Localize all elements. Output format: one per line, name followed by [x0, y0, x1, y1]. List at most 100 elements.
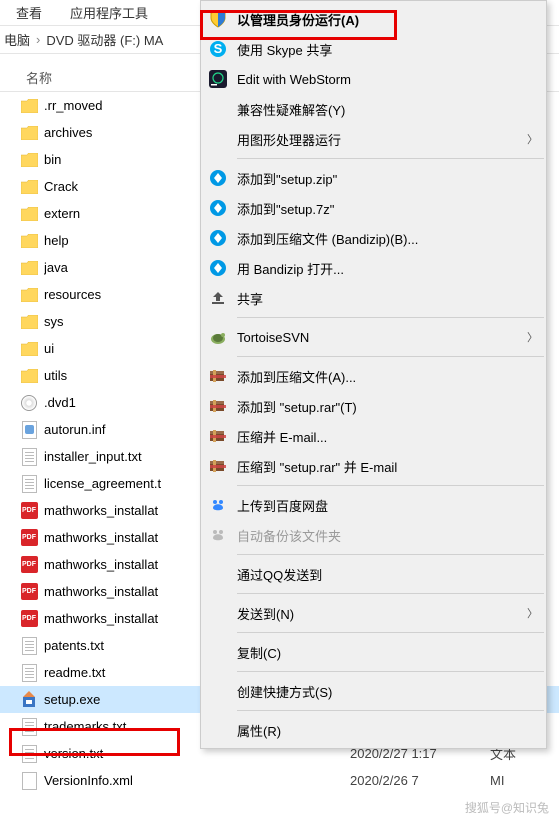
pdf-icon: PDF [20, 502, 38, 520]
pdf-icon: PDF [20, 529, 38, 547]
folder-icon [20, 340, 38, 358]
menu-label: 使用 Skype 共享 [237, 40, 538, 59]
menu-item[interactable]: TortoiseSVN〉 [201, 322, 546, 352]
menu-label: 添加到"setup.7z" [237, 199, 538, 218]
menu-label: 用 Bandizip 打开... [237, 259, 538, 278]
chevron-right-icon: 〉 [527, 131, 538, 147]
winrar-icon [207, 395, 229, 417]
folder-icon [20, 259, 38, 277]
chevron-right-icon: › [36, 32, 40, 47]
folder-icon [20, 205, 38, 223]
menu-item[interactable]: S 使用 Skype 共享 [201, 34, 546, 64]
menu-separator [237, 671, 544, 672]
menu-item[interactable]: 添加到"setup.zip" [201, 163, 546, 193]
menu-item[interactable]: 添加到 "setup.rar"(T) [201, 391, 546, 421]
baidu-icon [207, 494, 229, 516]
none-icon [207, 719, 229, 741]
menu-separator [237, 356, 544, 357]
crumb-pc[interactable]: 电脑 [4, 30, 30, 49]
shield-icon [207, 8, 229, 30]
menu-label: 添加到压缩文件 (Bandizip)(B)... [237, 229, 538, 248]
bandi-icon [207, 257, 229, 279]
skype-icon: S [207, 38, 229, 60]
folder-icon [20, 151, 38, 169]
menu-label: 自动备份该文件夹 [237, 526, 538, 545]
bandi-icon [207, 167, 229, 189]
menu-item[interactable]: 添加到"setup.7z" [201, 193, 546, 223]
file-date: 2020/2/26 7 [350, 773, 490, 788]
menu-label: 创建快捷方式(S) [237, 682, 538, 701]
menu-label: 上传到百度网盘 [237, 496, 538, 515]
inf-icon [20, 421, 38, 439]
context-menu: 以管理员身份运行(A) S 使用 Skype 共享 Edit with WebStor… [200, 0, 547, 749]
menu-item[interactable]: 复制(C) [201, 637, 546, 667]
txt-icon [20, 637, 38, 655]
menu-separator [237, 632, 544, 633]
menu-label: 添加到"setup.zip" [237, 169, 538, 188]
menu-item[interactable]: 添加到压缩文件 (Bandizip)(B)... [201, 223, 546, 253]
menu-label: 共享 [237, 289, 538, 308]
menu-label: 属性(R) [237, 721, 538, 740]
menu-item[interactable]: 上传到百度网盘 [201, 490, 546, 520]
winrar-icon [207, 455, 229, 477]
chevron-right-icon: 〉 [527, 605, 538, 621]
menu-label: 用图形处理器运行 [237, 130, 527, 149]
menu-label: TortoiseSVN [237, 330, 527, 345]
bandi-icon [207, 227, 229, 249]
menu-item[interactable]: 通过QQ发送到 [201, 559, 546, 589]
tortoise-icon [207, 326, 229, 348]
txt-icon [20, 664, 38, 682]
txt-icon [20, 745, 38, 763]
toolbar-apptools[interactable]: 应用程序工具 [70, 3, 148, 22]
setup-icon [20, 691, 38, 709]
share-icon [207, 287, 229, 309]
menu-item[interactable]: 压缩并 E-mail... [201, 421, 546, 451]
file-name: VersionInfo.xml [44, 773, 350, 788]
menu-separator [237, 593, 544, 594]
menu-item: 自动备份该文件夹 [201, 520, 546, 550]
menu-separator [237, 158, 544, 159]
menu-label: 压缩到 "setup.rar" 并 E-mail [237, 457, 538, 476]
folder-icon [20, 97, 38, 115]
menu-item[interactable]: 共享 [201, 283, 546, 313]
menu-item[interactable]: 用 Bandizip 打开... [201, 253, 546, 283]
winrar-icon [207, 425, 229, 447]
menu-item[interactable]: 属性(R) [201, 715, 546, 745]
txt-icon [20, 475, 38, 493]
toolbar-view[interactable]: 查看 [16, 3, 42, 22]
none-icon [207, 602, 229, 624]
winrar-icon [207, 365, 229, 387]
file-row[interactable]: VersionInfo.xml2020/2/26 7MI [0, 767, 559, 794]
folder-icon [20, 367, 38, 385]
none-icon [207, 98, 229, 120]
file-type: MI [490, 773, 504, 788]
menu-item[interactable]: 添加到压缩文件(A)... [201, 361, 546, 391]
txt-icon [20, 718, 38, 736]
menu-item[interactable]: 兼容性疑难解答(Y) [201, 94, 546, 124]
menu-label: 发送到(N) [237, 604, 527, 623]
menu-item[interactable]: 发送到(N)〉 [201, 598, 546, 628]
menu-item[interactable]: Edit with WebStorm [201, 64, 546, 94]
watermark: 搜狐号@知识兔 [461, 798, 553, 817]
folder-icon [20, 313, 38, 331]
webstorm-icon [207, 68, 229, 90]
chevron-right-icon: 〉 [527, 329, 538, 345]
pdf-icon: PDF [20, 556, 38, 574]
menu-item[interactable]: 用图形处理器运行〉 [201, 124, 546, 154]
menu-separator [237, 317, 544, 318]
menu-item[interactable]: 创建快捷方式(S) [201, 676, 546, 706]
menu-label: 添加到压缩文件(A)... [237, 367, 538, 386]
menu-separator [237, 710, 544, 711]
menu-label: Edit with WebStorm [237, 72, 538, 87]
menu-item[interactable]: 以管理员身份运行(A) [201, 4, 546, 34]
folder-icon [20, 124, 38, 142]
pdf-icon: PDF [20, 583, 38, 601]
crumb-drive[interactable]: DVD 驱动器 (F:) MA [46, 30, 163, 49]
menu-label: 添加到 "setup.rar"(T) [237, 397, 538, 416]
pdf-icon: PDF [20, 610, 38, 628]
none-icon [207, 128, 229, 150]
menu-item[interactable]: 压缩到 "setup.rar" 并 E-mail [201, 451, 546, 481]
disc-icon [20, 394, 38, 412]
menu-label: 兼容性疑难解答(Y) [237, 100, 538, 119]
menu-label: 压缩并 E-mail... [237, 427, 538, 446]
